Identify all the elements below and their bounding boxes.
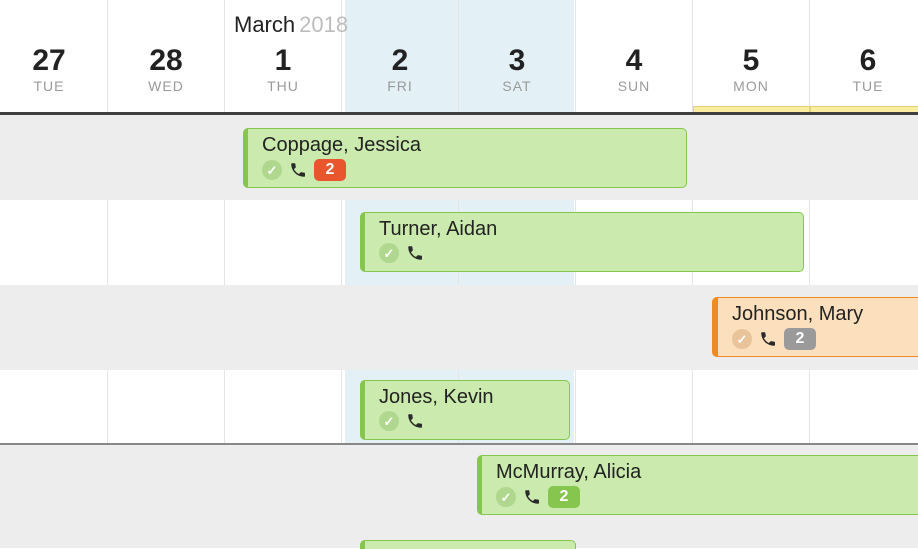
event-block[interactable]: McMurray, Alicia 2 <box>477 455 918 515</box>
day-number: 4 <box>576 46 692 76</box>
day-dow: SAT <box>459 78 575 94</box>
event-block[interactable]: Coppage, Jessica 2 <box>243 128 687 188</box>
event-name: Jones, Kevin <box>379 386 559 409</box>
phone-icon <box>523 488 541 506</box>
month-label: March2018 <box>234 12 348 38</box>
event-badge: 2 <box>548 486 580 508</box>
phone-icon <box>406 412 424 430</box>
day-number: 2 <box>342 46 458 76</box>
month-name: March <box>234 12 295 37</box>
event-block[interactable]: Johnson, Mary 2 <box>712 297 918 357</box>
check-icon <box>379 243 399 263</box>
year: 2018 <box>299 12 348 37</box>
phone-icon <box>759 330 777 348</box>
check-icon <box>496 487 516 507</box>
phone-icon <box>289 161 307 179</box>
event-block[interactable]: Jones, Kevin <box>360 380 570 440</box>
day-number: 3 <box>459 46 575 76</box>
event-badge: 2 <box>784 328 816 350</box>
day-number: 27 <box>0 46 107 76</box>
day-dow: MON <box>693 78 809 94</box>
day-number: 1 <box>225 46 341 76</box>
day-number: 28 <box>108 46 224 76</box>
day-dow: THU <box>225 78 341 94</box>
event-name: McMurray, Alicia <box>496 461 908 484</box>
day-dow: TUE <box>0 78 107 94</box>
day-dow: SUN <box>576 78 692 94</box>
day-dow: WED <box>108 78 224 94</box>
check-icon <box>262 160 282 180</box>
day-dow: TUE <box>810 78 918 94</box>
event-name: Johnson, Mary <box>732 303 908 326</box>
day-number: 5 <box>693 46 809 76</box>
event-block[interactable]: Turner, Aidan <box>360 212 804 272</box>
event-badge: 2 <box>314 159 346 181</box>
row-divider <box>0 443 918 445</box>
event-name: Coppage, Jessica <box>262 134 676 157</box>
day-dow: FRI <box>342 78 458 94</box>
phone-icon <box>406 244 424 262</box>
check-icon <box>732 329 752 349</box>
event-name: Turner, Aidan <box>379 218 793 241</box>
check-icon <box>379 411 399 431</box>
day-number: 6 <box>810 46 918 76</box>
